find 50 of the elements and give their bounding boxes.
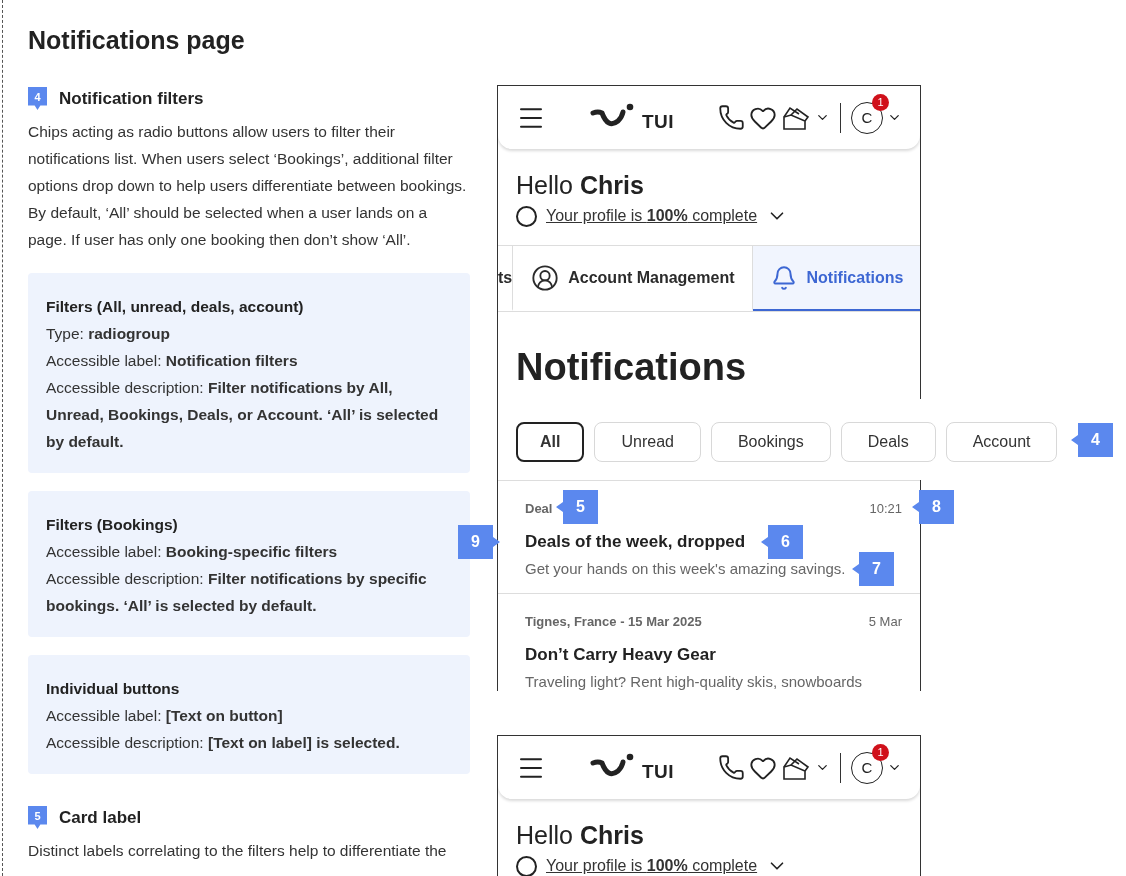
section-marker: 4 bbox=[28, 87, 47, 110]
notification-count: 1 bbox=[872, 743, 889, 761]
circle-icon bbox=[516, 205, 537, 227]
filter-chip[interactable]: Account bbox=[945, 422, 1058, 462]
box-icon[interactable] bbox=[781, 104, 811, 131]
nav-tab[interactable]: Notifications bbox=[753, 246, 920, 311]
box-icon[interactable] bbox=[781, 754, 811, 781]
nav-tab[interactable]: ts bbox=[498, 246, 514, 311]
annotation-marker: 9 bbox=[458, 525, 500, 559]
bell-icon bbox=[771, 264, 798, 291]
section-marker: 5 bbox=[28, 806, 47, 829]
card-label: Deal bbox=[525, 501, 553, 516]
card-label: Tignes, France - 15 Mar 2025 bbox=[525, 614, 702, 629]
info-line: Accessible label: [Text on button] bbox=[46, 706, 284, 726]
notification-count: 1 bbox=[872, 93, 889, 111]
filter-chip[interactable]: Unread bbox=[594, 422, 701, 462]
circle-icon bbox=[516, 855, 537, 876]
info-line: Accessible description: Filter notifications by specific bookings. ‘All’ is selected by default. bbox=[46, 569, 428, 616]
info-line: Accessible description: Filter notifications by All, Unread, Bookings, Deals, or Account. ‘All’ is selected by default. bbox=[46, 378, 440, 452]
section-title: Card label bbox=[59, 807, 142, 828]
filter-chip[interactable]: Bookings bbox=[710, 422, 831, 462]
profile-link[interactable]: Your profile is 100% complete bbox=[546, 857, 758, 875]
card-title: Deals of the week, dropped bbox=[525, 532, 746, 552]
greeting: Hello Chris bbox=[516, 821, 645, 850]
card-body: Traveling light? Rent high-quality skis, snowboards bbox=[525, 673, 863, 690]
logo-text: TUI bbox=[642, 760, 675, 783]
info-title: Filters (All, unread, deals, account) bbox=[46, 297, 305, 317]
info-line: Type: radiogroup bbox=[46, 324, 172, 344]
filter-chip[interactable]: All bbox=[516, 422, 585, 462]
card-title: Don’t Carry Heavy Gear bbox=[525, 645, 716, 665]
info-line: Accessible description: [Text on label] is selected. bbox=[46, 733, 401, 753]
logo-text: TUI bbox=[642, 110, 675, 133]
user-icon bbox=[531, 263, 560, 292]
info-line: Accessible label: Booking-specific filters bbox=[46, 542, 339, 562]
section-text: Chips acting as radio buttons allow users to filter their notifications list. When users select ‘Bookings’, additional filter options drop down to help users differentiate between bookings. By default, ‘All’ should be selected when a user lands on a page. If user has only one booking then don’t show ‘All’. bbox=[28, 122, 468, 250]
info-line: Accessible label: Notification filters bbox=[46, 351, 299, 371]
filter-chip[interactable]: Deals bbox=[840, 422, 936, 462]
card-time: 10:21 bbox=[869, 501, 902, 516]
page-heading: Notifications bbox=[515, 345, 748, 389]
greeting: Hello Chris bbox=[516, 171, 645, 200]
phone-icon[interactable] bbox=[718, 754, 745, 781]
phone-icon[interactable] bbox=[718, 104, 745, 131]
card-body: Get your hands on this week's amazing savings. bbox=[525, 560, 846, 577]
info-title: Individual buttons bbox=[46, 679, 181, 699]
section-text: Distinct labels correlating to the filters help to differentiate the bbox=[28, 841, 448, 861]
info-title: Filters (Bookings) bbox=[46, 515, 179, 535]
card-time: 5 Mar bbox=[868, 614, 902, 629]
profile-link[interactable]: Your profile is 100% complete bbox=[546, 207, 758, 225]
page-title: Notifications page bbox=[28, 26, 246, 55]
section-title: Notification filters bbox=[59, 88, 204, 109]
